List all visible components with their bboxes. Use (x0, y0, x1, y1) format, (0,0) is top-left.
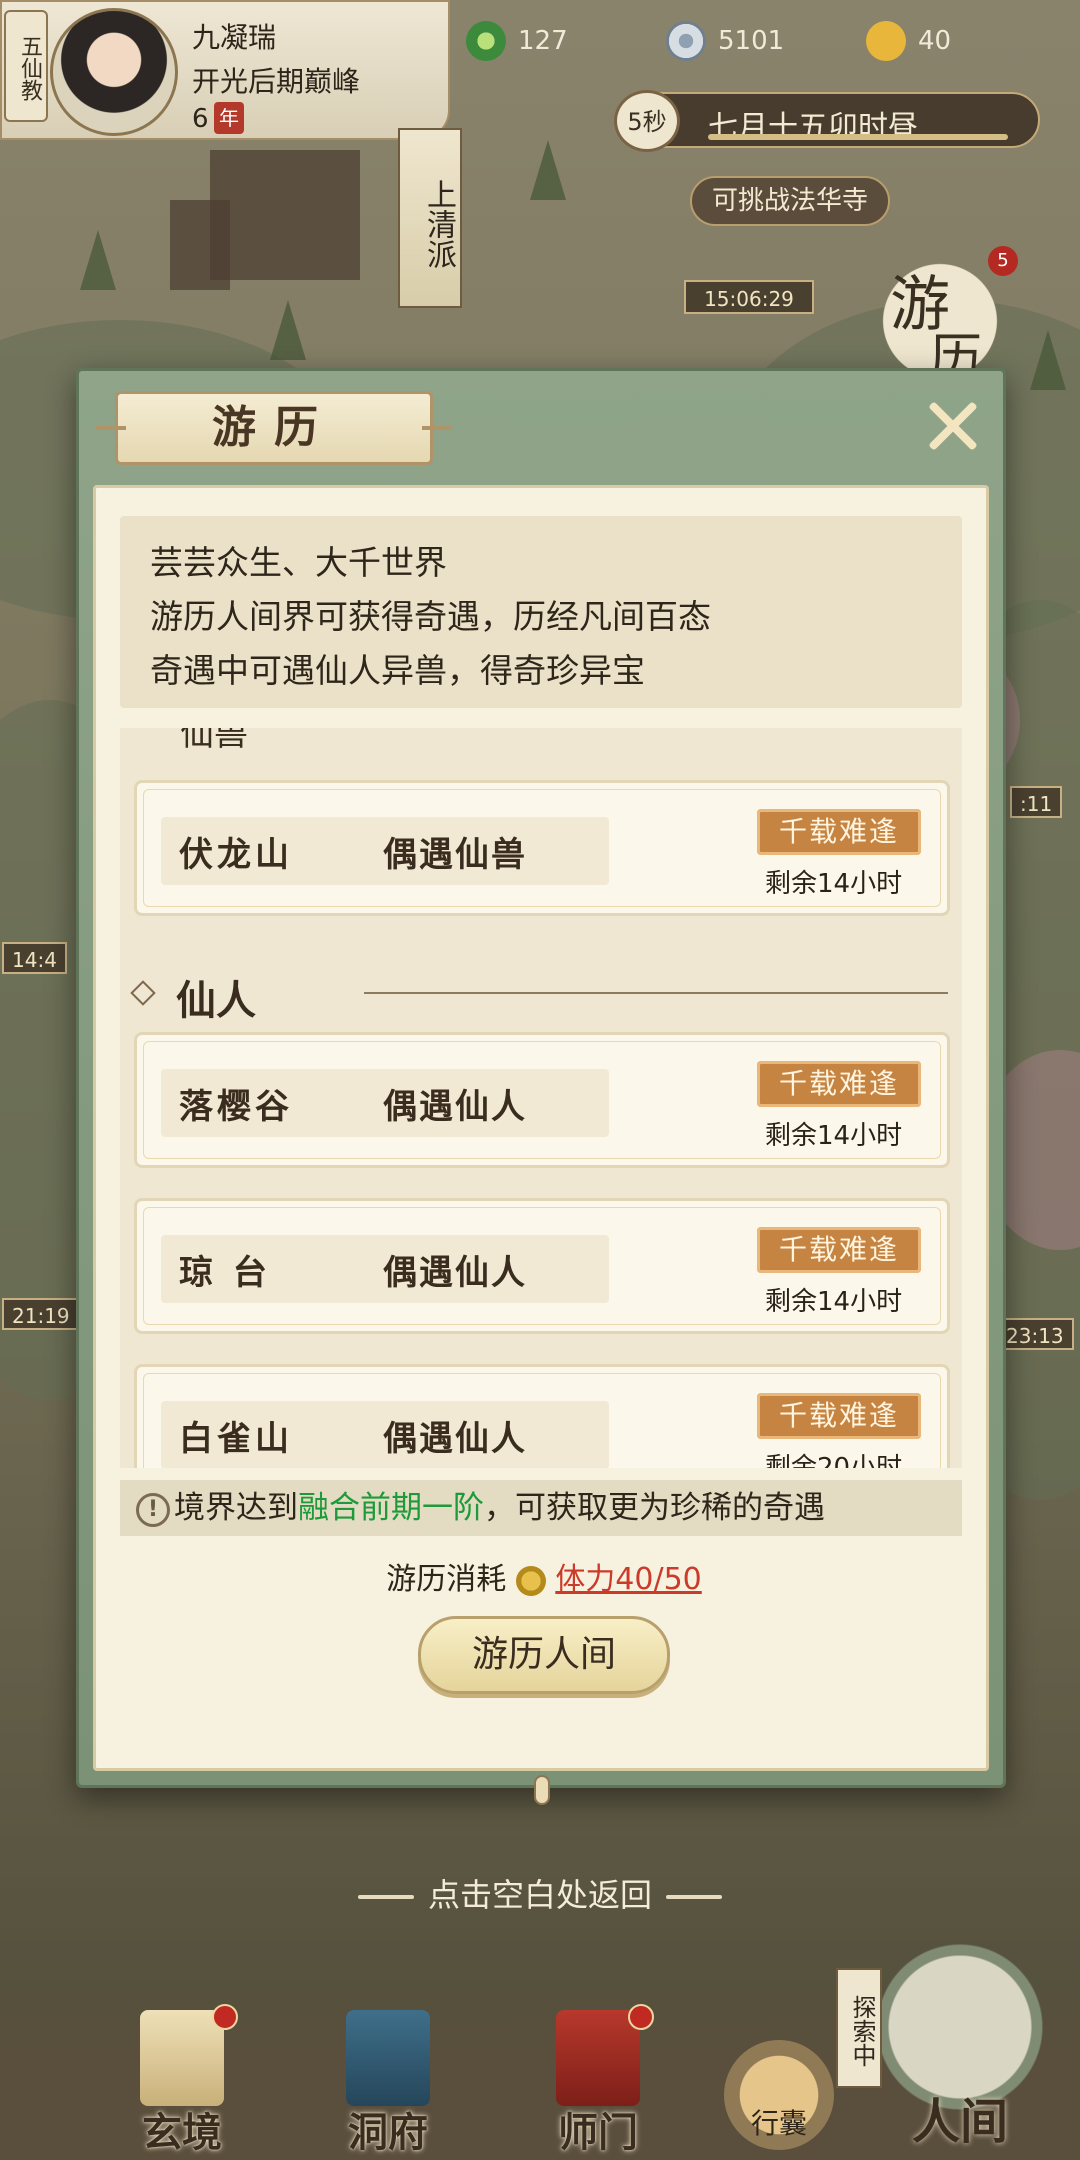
back-hint-text: 点击空白处返回 (427, 1876, 652, 1914)
remaining-time: 剩余14小时 (765, 1287, 903, 1317)
map-timer-right-2: 23:13 (996, 1318, 1074, 1350)
encounter-card[interactable]: 白雀山 偶遇仙人 千载难逢 剩余20小时 (134, 1364, 950, 1468)
cost-label: 游历消耗 (386, 1562, 507, 1597)
section-divider (364, 992, 948, 994)
encounter-type: 偶遇仙人 (383, 1253, 527, 1293)
modal-ornament (534, 1775, 550, 1805)
section-header: 仙人 (120, 962, 962, 1024)
travel-button[interactable]: 游历人间 (418, 1616, 670, 1694)
date-progress-bar (708, 134, 1008, 140)
section-title-cut: 仙兽 (180, 728, 248, 754)
remaining-time: 剩余14小时 (765, 869, 903, 899)
encounter-card[interactable]: 落樱谷 偶遇仙人 千载难逢 剩余14小时 (134, 1032, 950, 1168)
encounter-list[interactable]: 仙兽 伏龙山 偶遇仙兽 千载难逢 剩余14小时 仙人 落樱谷 偶遇仙人 千载难逢… (120, 728, 962, 1468)
date-bar[interactable]: 5秒 七月十五卯时昼 (614, 90, 1040, 152)
modal-title: 游历 (96, 391, 452, 465)
card-label-box: 琼 台 偶遇仙人 (161, 1235, 609, 1303)
stamina-value[interactable]: 体力40/50 (555, 1562, 701, 1597)
strength-value: 40 (918, 26, 952, 56)
hint-ornament-right (666, 1895, 722, 1899)
nav-item-sect[interactable]: 师门 (528, 2000, 668, 2156)
card-label-box: 落樱谷 偶遇仙人 (161, 1069, 609, 1137)
modal-content: 芸芸众生、大千世界 游历人间界可获得奇遇，历经凡间百态 奇遇中可遇仙人异兽，得奇… (93, 485, 989, 1771)
nav-bag-label: 行囊 (750, 2107, 807, 2140)
strength-icon (866, 21, 906, 61)
notification-dot (212, 2004, 238, 2030)
exclamation-icon: ! (136, 1492, 170, 1527)
close-icon[interactable] (921, 393, 985, 457)
timer-badge: 5秒 (614, 90, 680, 152)
remaining-time: 剩余20小时 (765, 1453, 903, 1468)
encounter-place: 伏龙山 (179, 835, 293, 875)
encounter-type: 偶遇仙人 (383, 1087, 527, 1127)
intro-line: 奇遇中可遇仙人异兽，得奇珍异宝 (150, 651, 645, 690)
map-timer-right-1: :11 (1010, 786, 1063, 818)
challenge-timer: 15:06:29 (684, 280, 814, 314)
player-name: 九凝瑞 (192, 21, 277, 54)
player-age: 6 (192, 104, 209, 134)
rarity-badge: 千载难逢 (757, 1227, 921, 1273)
sect-banner[interactable]: 上清派 (398, 128, 462, 308)
nav-item-cave-dwelling[interactable]: 洞府 (318, 2000, 458, 2156)
nav-label: 玄境 (142, 2109, 222, 2156)
player-panel[interactable]: 五仙教 九凝瑞 开光后期巅峰 6 年 (0, 0, 450, 140)
encounter-type: 偶遇仙人 (383, 1419, 527, 1459)
encounter-card[interactable]: 琼 台 偶遇仙人 千载难逢 剩余14小时 (134, 1198, 950, 1334)
jade-value: 127 (518, 26, 568, 56)
scroll-icon (140, 2010, 224, 2106)
card-label-box: 白雀山 偶遇仙人 (161, 1401, 609, 1468)
map-timer-left-2: 21:19 (2, 1298, 80, 1330)
notice-prefix: 境界达到 (174, 1490, 298, 1526)
intro-box: 芸芸众生、大千世界 游历人间界可获得奇遇，历经凡间百态 奇遇中可遇仙人异兽，得奇… (120, 516, 962, 708)
travel-modal: 游历 芸芸众生、大千世界 游历人间界可获得奇遇，历经凡间百态 奇遇中可遇仙人异兽… (76, 368, 1006, 1805)
banner-icon (556, 2010, 640, 2106)
diamond-icon (130, 980, 156, 1006)
notice-suffix: ，可获取更为珍稀的奇遇 (484, 1490, 825, 1526)
coin-value: 5101 (718, 26, 785, 56)
travel-notification-badge: 5 (988, 246, 1018, 276)
back-hint[interactable]: 点击空白处返回 (0, 1870, 1080, 1916)
strength-resource[interactable]: 40 (866, 18, 951, 64)
section-title: 仙人 (176, 977, 256, 1024)
encounter-place: 落樱谷 (179, 1087, 293, 1127)
notification-dot (628, 2004, 654, 2030)
pavilion-icon (346, 2010, 430, 2106)
intro-line: 游历人间界可获得奇遇，历经凡间百态 (150, 597, 711, 636)
intro-line: 芸芸众生、大千世界 (150, 543, 447, 582)
map-timer-left-1: 14:4 (2, 942, 67, 974)
rarity-badge: 千载难逢 (757, 809, 921, 855)
card-label-box: 伏龙山 偶遇仙兽 (161, 817, 609, 885)
realm-notice: ! 境界达到融合前期一阶，可获取更为珍稀的奇遇 (120, 1480, 962, 1536)
encounter-place: 琼 台 (179, 1253, 271, 1293)
player-realm: 开光后期巅峰 (192, 65, 361, 98)
jade-icon (466, 21, 506, 61)
nav-label: 洞府 (348, 2109, 428, 2156)
encounter-type: 偶遇仙兽 (383, 835, 527, 875)
challenge-chip[interactable]: 可挑战法华寺 (690, 176, 890, 226)
nav-label: 师门 (558, 2109, 638, 2156)
nav-item-mystic-realm[interactable]: 玄境 (112, 2000, 252, 2156)
avatar[interactable] (50, 8, 178, 136)
coin-resource[interactable]: 5101 (666, 18, 784, 64)
sect-tag: 五仙教 (4, 10, 48, 122)
notice-highlight: 融合前期一阶 (298, 1490, 484, 1526)
travel-cost: 游历消耗 体力40/50 (96, 1554, 992, 1598)
age-unit-badge: 年 (214, 102, 244, 134)
exploring-tag: 探索中 (836, 1968, 882, 2088)
coin-icon (666, 21, 706, 61)
encounter-card[interactable]: 伏龙山 偶遇仙兽 千载难逢 剩余14小时 (134, 780, 950, 916)
hint-ornament-left (357, 1895, 414, 1899)
stamina-icon (515, 1565, 546, 1596)
rarity-badge: 千载难逢 (757, 1393, 921, 1439)
encounter-place: 白雀山 (179, 1419, 293, 1459)
jade-resource[interactable]: 127 (466, 18, 568, 64)
nav-world-label: 人间 (911, 2094, 1008, 2150)
remaining-time: 剩余14小时 (765, 1121, 903, 1151)
rarity-badge: 千载难逢 (757, 1061, 921, 1107)
